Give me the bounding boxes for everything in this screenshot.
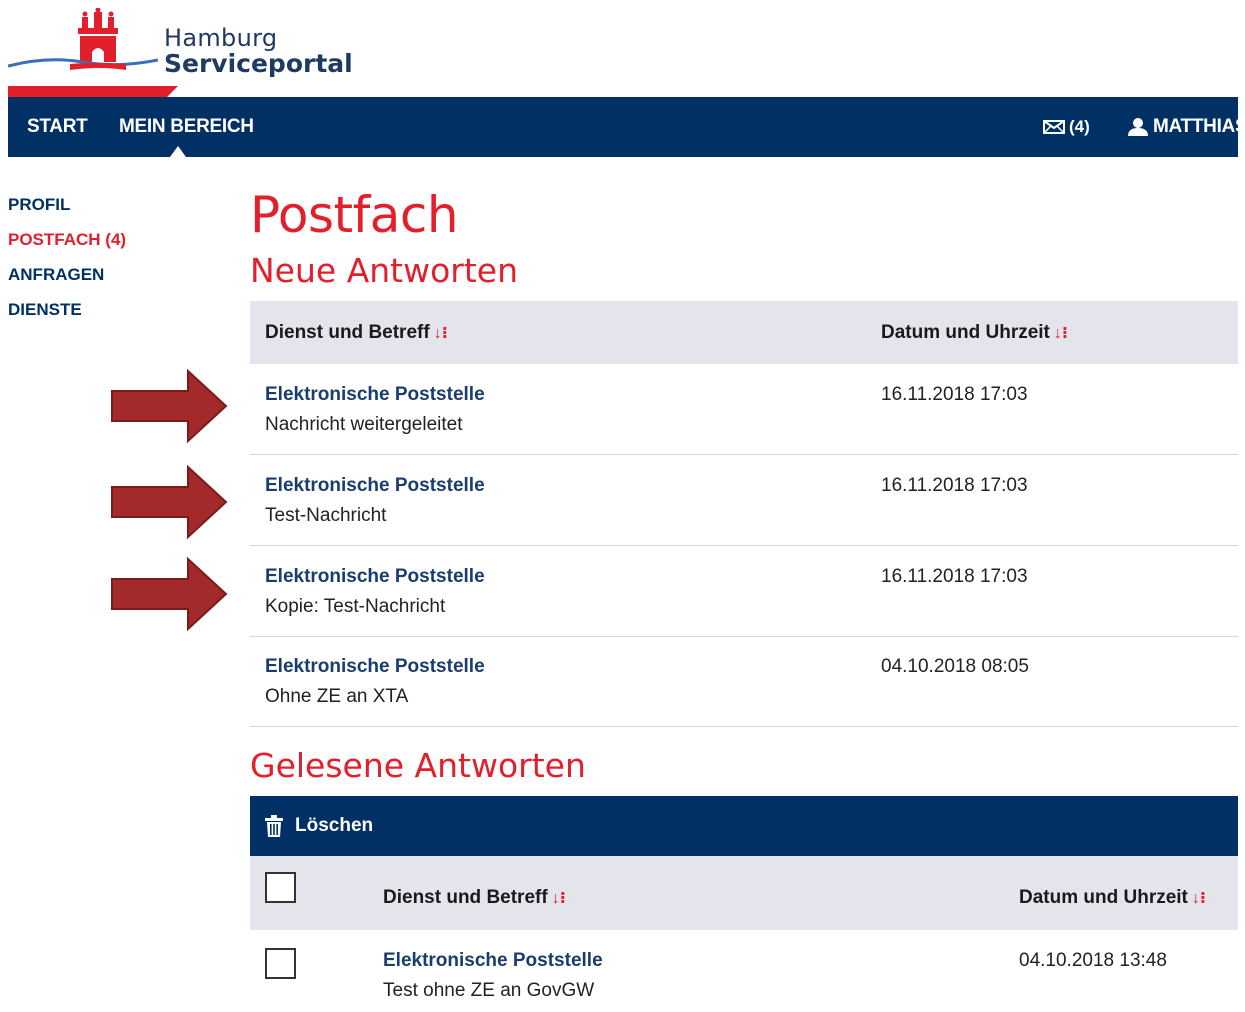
envelope-icon [1043, 120, 1065, 134]
row-date: 16.11.2018 17:03 [881, 475, 1028, 496]
annotation-arrow-icon [111, 465, 228, 539]
section-title-gelesene-antworten: Gelesene Antworten [250, 746, 586, 785]
row-subject: Ohne ZE an XTA [265, 686, 409, 707]
sort-icon: ↓⁝ [551, 890, 566, 907]
table-header-neue: Dienst und Betreff ↓⁝ Datum und Uhrzeit ↓⁝ [250, 301, 1238, 364]
sidebar-item-postfach[interactable]: POSTFACH (4) [8, 230, 126, 265]
row-date: 16.11.2018 17:03 [881, 384, 1028, 405]
sort-icon: ↓⁝ [433, 325, 448, 342]
main-navigation: START MEIN BEREICH (4) MATTHIAS [8, 97, 1245, 157]
row-service-link[interactable]: Elektronische Poststelle [265, 656, 485, 678]
select-all-checkbox[interactable] [265, 872, 296, 903]
brand-logo[interactable]: Hamburg Serviceportal [8, 8, 408, 88]
user-name: MATTHIAS [1153, 116, 1245, 137]
row-service-link[interactable]: Elektronische Poststelle [265, 384, 485, 406]
row-date: 16.11.2018 17:03 [881, 566, 1028, 587]
row-date: 04.10.2018 08:05 [881, 656, 1029, 677]
page-title: Postfach [250, 186, 459, 244]
nav-start[interactable]: START [27, 97, 88, 157]
sort-icon: ↓⁝ [1191, 890, 1206, 907]
nav-mein-bereich[interactable]: MEIN BEREICH [119, 97, 254, 157]
sidebar-item-anfragen[interactable]: ANFRAGEN [8, 265, 126, 300]
brand-city: Hamburg [164, 24, 278, 52]
row-subject: Test-Nachricht [265, 505, 387, 526]
gelesene-toolbar: Löschen [250, 796, 1238, 856]
mail-count: (4) [1069, 117, 1090, 136]
column-header-datum[interactable]: Datum und Uhrzeit ↓⁝ [881, 322, 1068, 344]
nav-mailbox[interactable]: (4) [1043, 97, 1090, 157]
trash-icon [265, 815, 283, 837]
table-row[interactable]: Elektronische Poststelle Test-Nachricht … [250, 455, 1238, 546]
column-header-label: Dienst und Betreff [265, 322, 430, 343]
nav-user-menu[interactable]: MATTHIAS [1128, 97, 1245, 157]
sort-icon: ↓⁝ [1053, 325, 1068, 342]
row-subject: Test ohne ZE an GovGW [383, 980, 595, 1001]
column-header-label: Dienst und Betreff [383, 887, 548, 908]
row-service-link[interactable]: Elektronische Poststelle [265, 566, 485, 588]
row-subject: Kopie: Test-Nachricht [265, 596, 446, 617]
active-indicator [170, 146, 186, 157]
row-checkbox[interactable] [265, 948, 296, 979]
sidebar: PROFIL POSTFACH (4) ANFRAGEN DIENSTE [8, 195, 126, 335]
table-row[interactable]: Elektronische Poststelle Nachricht weite… [250, 364, 1238, 455]
row-date: 04.10.2018 13:48 [1019, 950, 1167, 971]
table-row[interactable]: Elektronische Poststelle Ohne ZE an XTA … [250, 636, 1238, 727]
row-subject: Nachricht weitergeleitet [265, 414, 463, 435]
column-header-dienst[interactable]: Dienst und Betreff ↓⁝ [383, 887, 566, 909]
table-header-gelesene: Dienst und Betreff ↓⁝ Datum und Uhrzeit ↓⁝ [250, 856, 1238, 930]
column-header-datum[interactable]: Datum und Uhrzeit ↓⁝ [1019, 887, 1206, 909]
delete-button[interactable]: Löschen [265, 796, 373, 856]
row-service-link[interactable]: Elektronische Poststelle [383, 950, 603, 972]
row-service-link[interactable]: Elektronische Poststelle [265, 475, 485, 497]
sidebar-item-profil[interactable]: PROFIL [8, 195, 126, 230]
sidebar-item-dienste[interactable]: DIENSTE [8, 300, 126, 335]
annotation-arrow-icon [111, 369, 228, 443]
table-row[interactable]: Elektronische Poststelle Test ohne ZE an… [250, 930, 1238, 1012]
column-header-label: Datum und Uhrzeit [881, 322, 1050, 343]
brand-portal: Serviceportal [164, 49, 353, 78]
user-icon [1128, 118, 1148, 136]
column-header-dienst[interactable]: Dienst und Betreff ↓⁝ [265, 322, 448, 344]
hamburg-castle-icon [8, 8, 158, 70]
delete-label: Löschen [295, 815, 374, 836]
table-row[interactable]: Elektronische Poststelle Kopie: Test-Nac… [250, 546, 1238, 637]
section-title-neue-antworten: Neue Antworten [250, 251, 519, 290]
annotation-arrow-icon [111, 557, 228, 631]
column-header-label: Datum und Uhrzeit [1019, 887, 1188, 908]
